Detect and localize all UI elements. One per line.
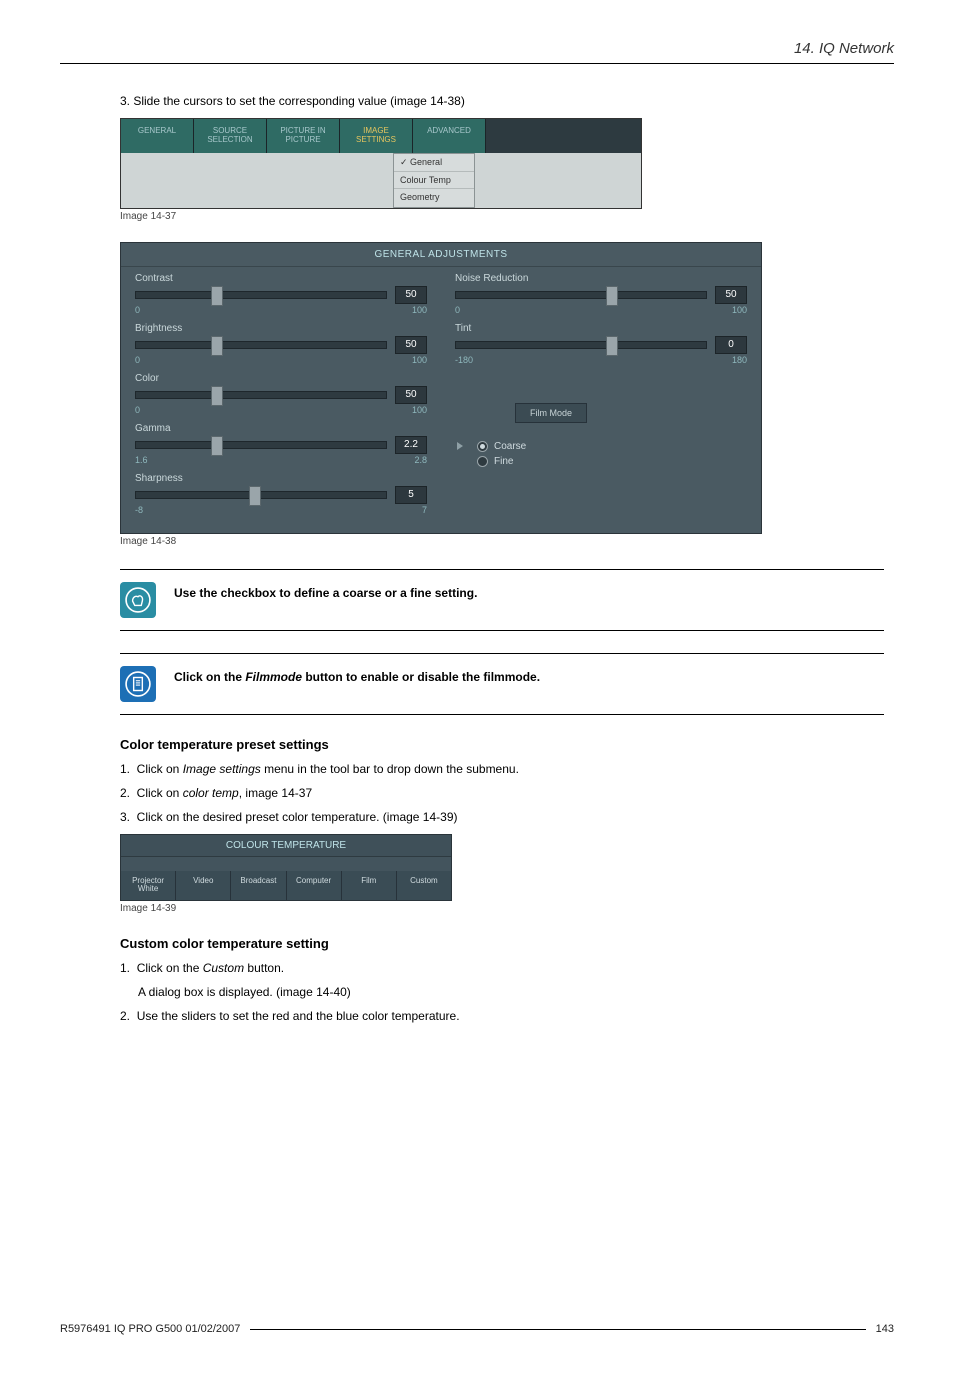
slider-sharpness: Sharpness5-87 [135,473,427,515]
tab-general[interactable]: GENERAL [121,119,194,153]
heading-ct-preset: Color temperature preset settings [120,737,884,752]
slider-label: Contrast [135,273,427,284]
dropdown-item-geometry[interactable]: Geometry [394,189,474,205]
colour-temperature-panel: COLOUR TEMPERATURE Projector WhiteVideoB… [120,834,452,902]
ct-panel-title: COLOUR TEMPERATURE [121,835,451,857]
slider-thumb[interactable] [211,386,223,406]
hand-icon [120,582,156,618]
slider-value: 50 [395,336,427,354]
ct-preset-computer[interactable]: Computer [287,871,342,901]
play-icon [457,442,463,450]
adj-right-column: Noise Reduction500100Tint0-180180 Film M… [441,267,761,533]
slider-value: 5 [395,486,427,504]
slider-thumb[interactable] [249,486,261,506]
ct-preset-projector-white[interactable]: Projector White [121,871,176,901]
slider-track[interactable] [135,341,387,349]
slider-thumb[interactable] [211,436,223,456]
slider-track[interactable] [135,491,387,499]
film-mode-button[interactable]: Film Mode [515,403,587,423]
radio-coarse-label: Coarse [494,441,526,452]
page-header: 14. IQ Network [60,40,894,64]
note-filmmode: Click on the Filmmode button to enable o… [120,653,884,715]
heading-ct-custom: Custom color temperature setting [120,936,884,951]
note1-text: Use the checkbox to define a coarse or a… [174,582,477,600]
slider-track[interactable] [455,291,707,299]
adj-panel-title: GENERAL ADJUSTMENTS [121,243,761,267]
intro-step: 3. Slide the cursors to set the correspo… [120,94,884,108]
slider-value: 50 [395,286,427,304]
slider-value: 0 [715,336,747,354]
tab-advanced[interactable]: ADVANCED [413,119,486,153]
slider-value: 50 [715,286,747,304]
slider-track[interactable] [135,391,387,399]
slider-label: Brightness [135,323,427,334]
coarse-fine-group: Coarse Fine [455,441,747,467]
header-title: 14. IQ Network [794,40,894,57]
caption-14-39: Image 14-39 [120,903,884,914]
ct-preset-custom[interactable]: Custom [397,871,451,901]
document-icon [120,666,156,702]
menubar-screenshot: GENERAL SOURCE SELECTION PICTURE IN PICT… [120,118,642,209]
adj-left-column: Contrast500100Brightness500100Color50010… [121,267,441,533]
dropdown-item-general[interactable]: General [394,154,474,172]
dropdown-item-colourtemp[interactable]: Colour Temp [394,172,474,189]
slider-thumb[interactable] [606,286,618,306]
note2-text: Click on the Filmmode button to enable o… [174,666,540,684]
tab-image-settings[interactable]: IMAGE SETTINGS [340,119,413,153]
ct-preset-film[interactable]: Film [342,871,397,901]
slider-label: Noise Reduction [455,273,747,284]
slider-contrast: Contrast500100 [135,273,427,315]
tab-pip[interactable]: PICTURE IN PICTURE [267,119,340,153]
slider-track[interactable] [135,291,387,299]
slider-thumb[interactable] [211,286,223,306]
ct-preset-broadcast[interactable]: Broadcast [231,871,286,901]
slider-thumb[interactable] [211,336,223,356]
slider-value: 50 [395,386,427,404]
list-item: 1. Click on Image settings menu in the t… [120,762,884,776]
list-item: 2. Click on color temp, image 14-37 [120,786,884,800]
page-footer: R5976491 IQ PRO G500 01/02/2007 143 [60,1323,894,1335]
caption-14-38: Image 14-38 [120,536,884,547]
footer-left: R5976491 IQ PRO G500 01/02/2007 [60,1323,240,1335]
caption-14-37: Image 14-37 [120,211,884,222]
slider-track[interactable] [455,341,707,349]
slider-label: Color [135,373,427,384]
radio-coarse[interactable] [477,441,488,452]
slider-label: Tint [455,323,747,334]
image-settings-dropdown: General Colour Temp Geometry [393,153,475,208]
general-adjustments-panel: GENERAL ADJUSTMENTS Contrast500100Bright… [120,242,762,534]
slider-thumb[interactable] [606,336,618,356]
list-item: 3. Click on the desired preset color tem… [120,810,884,824]
ct-preset-video[interactable]: Video [176,871,231,901]
tab-filler [486,119,641,153]
slider-gamma: Gamma2.21.62.8 [135,423,427,465]
slider-label: Gamma [135,423,427,434]
slider-noise-reduction: Noise Reduction500100 [455,273,747,315]
slider-brightness: Brightness500100 [135,323,427,365]
slider-value: 2.2 [395,436,427,454]
slider-label: Sharpness [135,473,427,484]
slider-color: Color500100 [135,373,427,415]
ct-custom-steps: 1. Click on the Custom button. A dialog … [120,961,884,1023]
slider-track[interactable] [135,441,387,449]
slider-tint: Tint0-180180 [455,323,747,365]
tab-source-selection[interactable]: SOURCE SELECTION [194,119,267,153]
note-coarse-fine: Use the checkbox to define a coarse or a… [120,569,884,631]
radio-fine-label: Fine [494,456,513,467]
footer-page-number: 143 [876,1323,894,1335]
radio-fine[interactable] [477,456,488,467]
